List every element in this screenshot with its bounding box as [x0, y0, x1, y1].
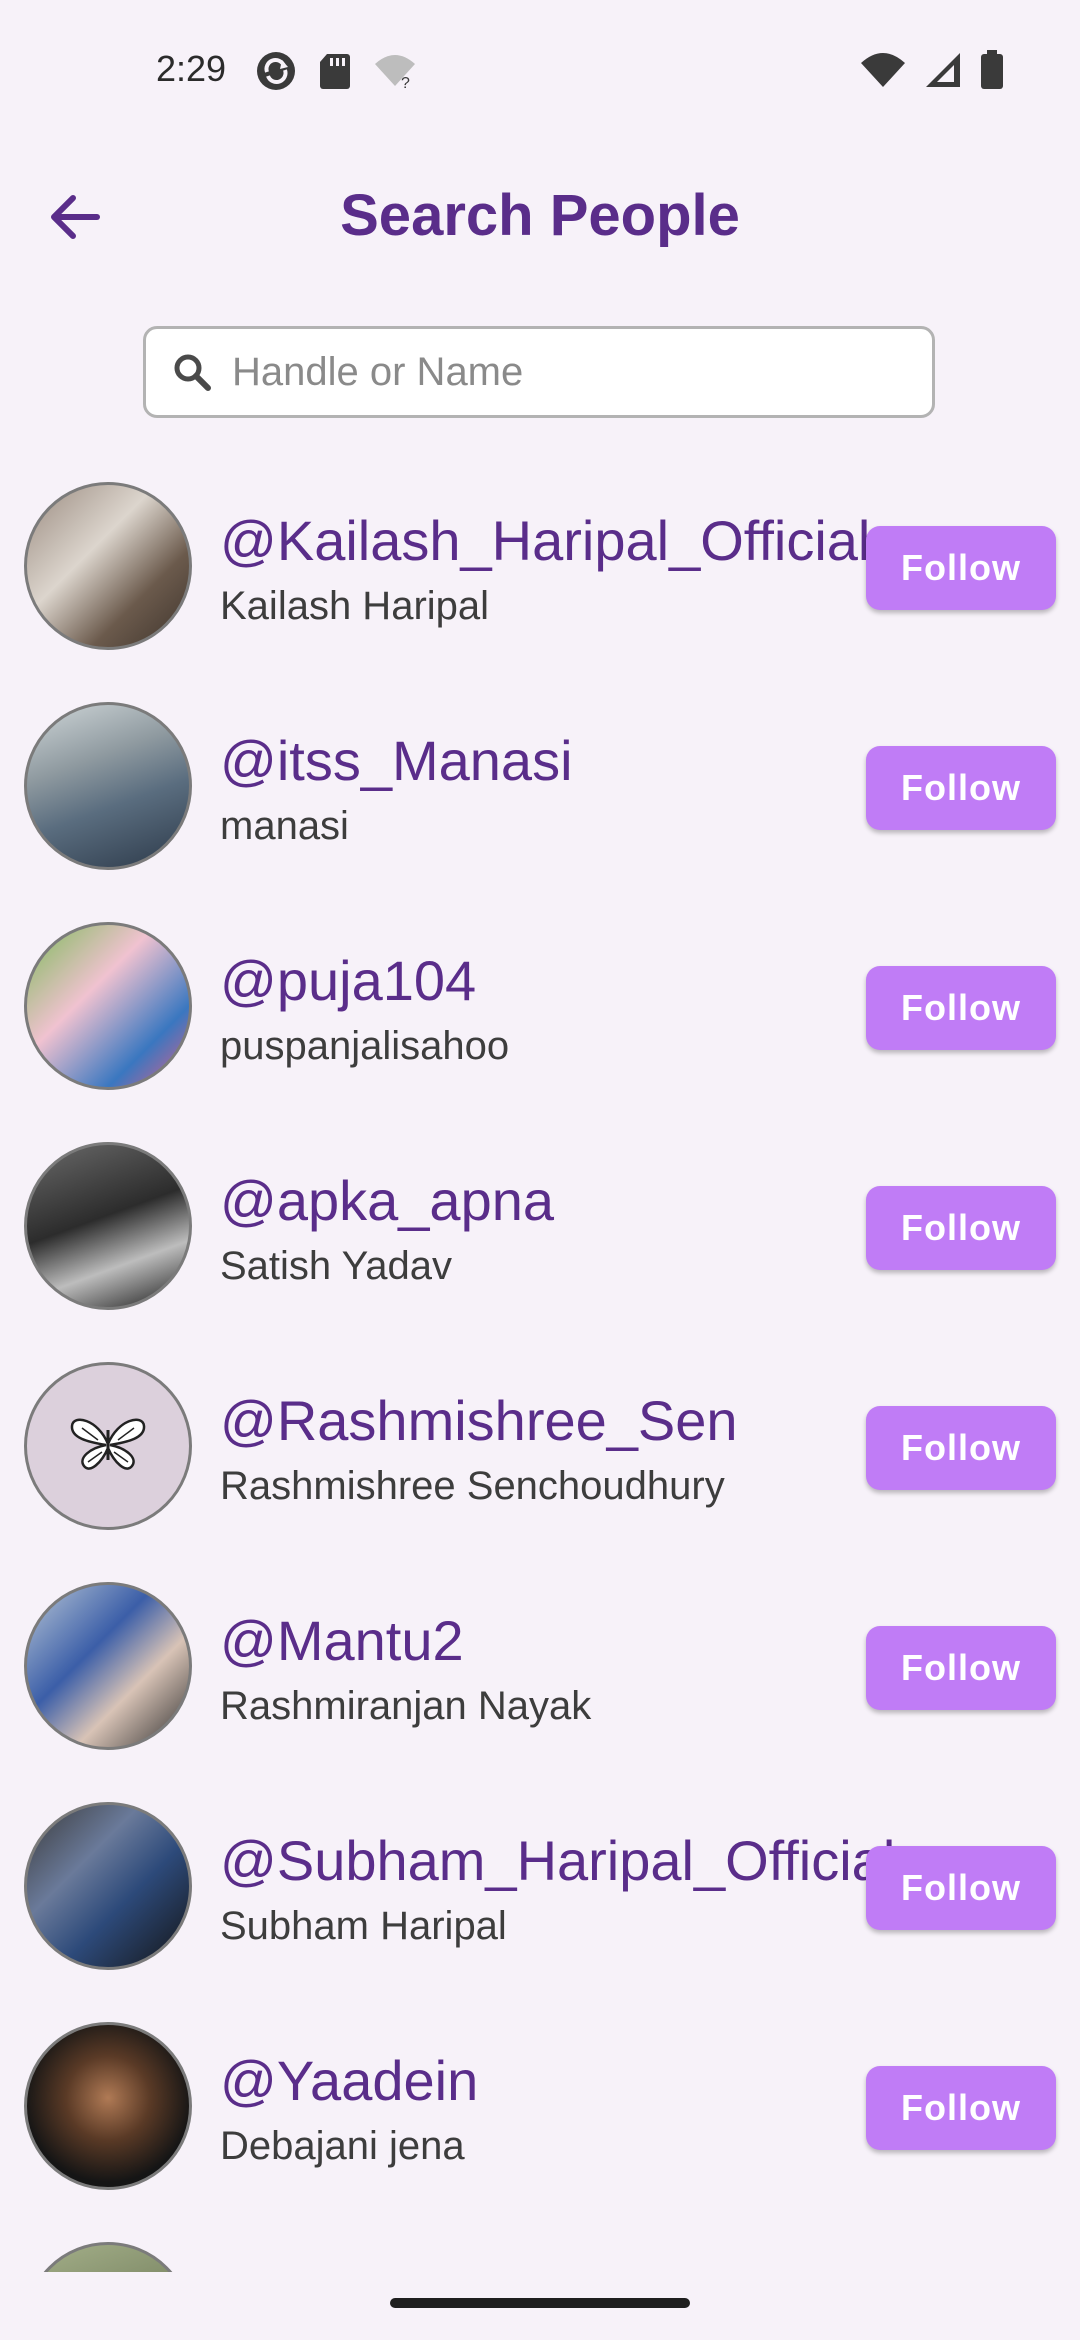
follow-button[interactable]: Follow	[866, 2066, 1056, 2150]
svg-text:?: ?	[401, 75, 410, 90]
sd-card-icon	[319, 52, 351, 95]
avatar[interactable]	[24, 1142, 192, 1310]
list-item[interactable]: @Subham_Haripal_Official Subham Haripal …	[0, 1792, 1080, 2012]
signal-icon	[924, 51, 962, 94]
avatar[interactable]	[24, 2022, 192, 2190]
search-bar[interactable]	[143, 326, 935, 418]
home-indicator[interactable]	[390, 2298, 690, 2308]
follow-button[interactable]: Follow	[866, 526, 1056, 610]
user-handle: @Kailash_Haripal_Official	[220, 509, 871, 572]
avatar[interactable]	[24, 922, 192, 1090]
page-title: Search People	[340, 183, 740, 248]
user-handle: @Yaadein	[220, 2049, 479, 2112]
status-icons-left: ?	[255, 50, 417, 97]
search-people-screen: 2:29 ? Search People Handle or Name @Kai…	[0, 0, 1080, 2340]
app-bar: Search People	[0, 160, 1080, 270]
user-handle: @puja104	[220, 949, 477, 1012]
follow-button[interactable]: Follow	[866, 1186, 1056, 1270]
list-item[interactable]: @Mantu2 Rashmiranjan Nayak Follow	[0, 1572, 1080, 1792]
wifi-question-icon: ?	[373, 52, 417, 95]
follow-button[interactable]: Follow	[866, 1846, 1056, 1930]
follow-button[interactable]: Follow	[866, 1626, 1056, 1710]
butterfly-icon	[68, 1414, 148, 1479]
user-handle: @Rashmishree_Sen	[220, 1389, 738, 1452]
follow-button[interactable]: Follow	[866, 1406, 1056, 1490]
user-name: Subham Haripal	[220, 1904, 507, 1948]
avatar[interactable]	[24, 1362, 192, 1530]
status-time: 2:29	[156, 48, 227, 89]
list-item[interactable]: @apka_apna Satish Yadav Follow	[0, 1132, 1080, 1352]
user-handle: @apka_apna	[220, 1169, 555, 1232]
status-icons-right	[860, 50, 1004, 95]
search-input[interactable]	[230, 348, 932, 396]
list-item[interactable]: @Kailash_Haripal_Official Kailash Haripa…	[0, 472, 1080, 692]
user-name: Debajani jena	[220, 2124, 465, 2168]
user-name: Kailash Haripal	[220, 584, 490, 628]
list-item[interactable]: @Rashmishree_Sen Rashmishree Senchoudhur…	[0, 1352, 1080, 1572]
status-bar: 2:29 ?	[0, 0, 1080, 140]
user-name: manasi	[220, 804, 349, 848]
list-item[interactable]: @itss_Manasi manasi Follow	[0, 692, 1080, 912]
avatar[interactable]	[24, 702, 192, 870]
user-handle: @Subham_Haripal_Official	[220, 1829, 896, 1892]
avatar[interactable]	[24, 1582, 192, 1750]
user-name: Rashmishree Senchoudhury	[220, 1464, 725, 1508]
user-name: puspanjalisahoo	[220, 1024, 510, 1068]
follow-button[interactable]: Follow	[866, 966, 1056, 1050]
wifi-icon	[860, 51, 906, 94]
avatar[interactable]	[24, 2242, 192, 2272]
user-handle: @Mantu2	[220, 1609, 464, 1672]
user-name: Rashmiranjan Nayak	[220, 1684, 592, 1728]
search-icon	[170, 350, 214, 394]
list-item-partial[interactable]	[0, 2232, 1080, 2272]
sync-icon	[255, 50, 297, 97]
list-item[interactable]: @Yaadein Debajani jena Follow	[0, 2012, 1080, 2232]
battery-icon	[980, 50, 1004, 95]
list-item[interactable]: @puja104 puspanjalisahoo Follow	[0, 912, 1080, 1132]
follow-button[interactable]: Follow	[866, 746, 1056, 830]
avatar[interactable]	[24, 1802, 192, 1970]
avatar[interactable]	[24, 482, 192, 650]
user-handle: @itss_Manasi	[220, 729, 573, 792]
people-list: @Kailash_Haripal_Official Kailash Haripa…	[0, 472, 1080, 2272]
user-name: Satish Yadav	[220, 1244, 453, 1288]
